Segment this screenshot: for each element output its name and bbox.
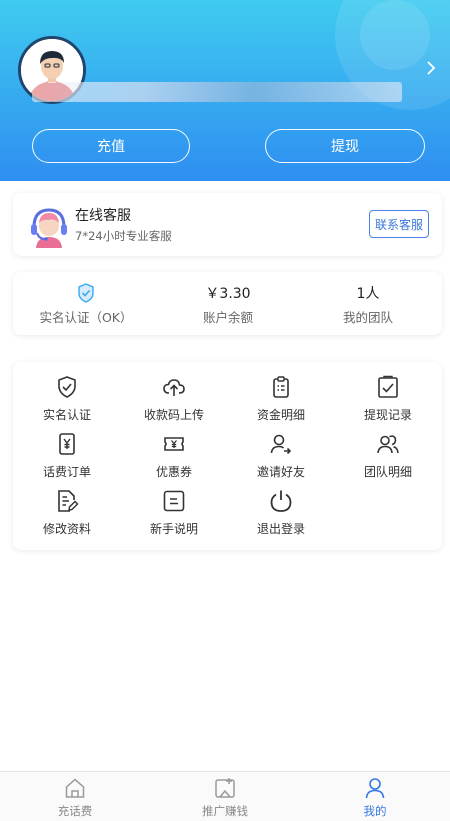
stat-label: 账户余额	[202, 310, 253, 325]
service-subtitle: 7*24小时专业客服	[75, 229, 172, 243]
menu-label: 话费订单	[42, 465, 91, 479]
menu-label: 邀请好友	[256, 465, 305, 479]
coupon-icon	[164, 437, 184, 451]
user-invite-icon	[270, 434, 292, 455]
stat-real-name[interactable]: 实名认证（OK）	[21, 272, 151, 335]
tab-recharge[interactable]: 充话费	[0, 772, 150, 821]
menu-invite-friends[interactable]: 邀请好友	[229, 432, 333, 484]
stat-label: 我的团队	[342, 310, 393, 325]
recharge-button[interactable]: 充值	[32, 129, 190, 163]
function-grid: 实名认证 收款码上传 资金明细 提现记录 话费订单 优惠券 邀请好友 团队明细 …	[13, 362, 442, 550]
menu-withdraw-records[interactable]: 提现记录	[336, 375, 440, 427]
user-icon	[365, 778, 385, 799]
account-stats-card: 实名认证（OK） ￥3.30 账户余额 1人 我的团队	[13, 272, 442, 335]
menu-team-details[interactable]: 团队明细	[336, 432, 440, 484]
online-service-card: 在线客服 7*24小时专业客服 联系客服	[13, 193, 442, 256]
share-icon	[215, 778, 235, 798]
menu-label: 收款码上传	[143, 408, 204, 422]
menu-edit-profile[interactable]: 修改资料	[15, 489, 119, 541]
stat-balance[interactable]: ￥3.30 账户余额	[163, 272, 293, 335]
cloud-upload-icon	[163, 379, 185, 396]
contact-service-button[interactable]: 联系客服	[369, 210, 429, 238]
customer-service-icon	[31, 208, 67, 248]
power-icon	[270, 490, 292, 512]
bottom-tab-bar: 充话费 推广赚钱 我的	[0, 771, 450, 821]
clipboard-check-icon	[378, 375, 398, 398]
menu-logout[interactable]: 退出登录	[229, 489, 333, 541]
guide-icon	[163, 490, 185, 512]
edit-document-icon	[58, 490, 79, 512]
service-title: 在线客服	[75, 208, 131, 224]
stat-label: 实名认证（OK）	[39, 310, 133, 325]
profile-header: 充值 提现	[0, 0, 450, 181]
team-icon	[377, 435, 399, 454]
home-icon	[65, 778, 85, 798]
menu-upload-qrcode[interactable]: 收款码上传	[122, 375, 226, 427]
clipboard-list-icon	[273, 376, 289, 398]
menu-label: 团队明细	[363, 465, 412, 479]
menu-fund-details[interactable]: 资金明细	[229, 375, 333, 427]
tab-label: 推广赚钱	[202, 804, 248, 818]
menu-beginner-guide[interactable]: 新手说明	[122, 489, 226, 541]
tab-label: 我的	[363, 804, 387, 818]
shield-check-icon	[58, 376, 76, 398]
tab-mine[interactable]: 我的	[300, 772, 450, 821]
header-decoration	[360, 0, 430, 70]
menu-label: 退出登录	[256, 522, 305, 536]
tab-label: 充话费	[57, 804, 93, 818]
menu-phone-orders[interactable]: 话费订单	[15, 432, 119, 484]
menu-label: 提现记录	[363, 408, 412, 422]
tab-promote[interactable]: 推广赚钱	[150, 772, 300, 821]
menu-label: 实名认证	[42, 408, 91, 422]
stat-value: 1人	[356, 286, 380, 302]
shield-check-icon	[78, 283, 94, 303]
menu-coupons[interactable]: 优惠券	[122, 432, 226, 484]
menu-label: 优惠券	[155, 465, 192, 479]
phone-yen-icon	[59, 433, 75, 455]
menu-real-name-auth[interactable]: 实名认证	[15, 375, 119, 427]
menu-label: 新手说明	[149, 522, 198, 536]
stat-team[interactable]: 1人 我的团队	[303, 272, 433, 335]
withdraw-button[interactable]: 提现	[265, 129, 425, 163]
stat-value: ￥3.30	[205, 286, 251, 302]
menu-label: 资金明细	[256, 408, 305, 422]
chevron-right-icon[interactable]	[421, 58, 441, 78]
menu-label: 修改资料	[42, 522, 91, 536]
profile-info-redacted	[32, 82, 402, 102]
